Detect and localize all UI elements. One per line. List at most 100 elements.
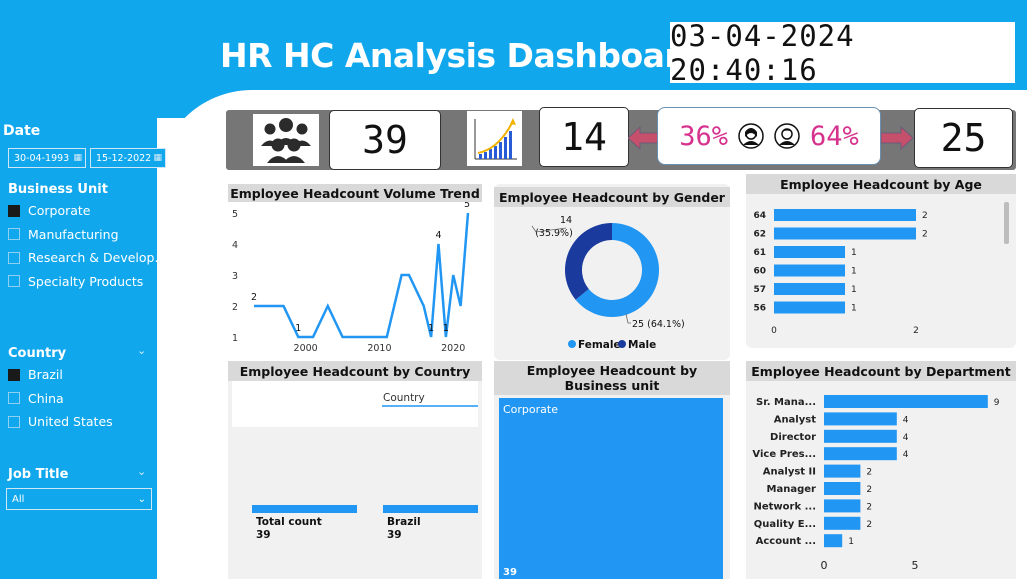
department-category-label: Manager: [767, 484, 817, 495]
business-unit-option-research[interactable]: Research & Develop...: [8, 246, 166, 270]
option-label: Corporate: [28, 203, 91, 219]
department-category-label: Director: [770, 432, 816, 443]
option-label: China: [28, 390, 64, 406]
business-unit-options: Corporate Manufacturing Research & Devel…: [8, 199, 166, 293]
date-start-input[interactable]: 30-04-1993 ▦: [8, 148, 86, 168]
volume-trend-title: Employee Headcount Volume Trend: [228, 184, 482, 202]
department-x-tick: 0: [821, 559, 828, 572]
country-option-china[interactable]: China: [8, 387, 113, 411]
data-label: 4: [435, 230, 441, 241]
treemap-tile: [499, 398, 723, 579]
date-end-input[interactable]: 15-12-2022 ▦: [90, 148, 166, 168]
department-value-label: 9: [994, 398, 1000, 408]
department-bar: [824, 499, 861, 513]
department-category-label: Sr. Mana...: [756, 397, 816, 408]
checkbox-checked[interactable]: [8, 204, 20, 217]
female-percentage: 36%: [679, 120, 728, 152]
country-value-label: 39: [387, 529, 402, 541]
age-bar: [774, 209, 916, 221]
people-group-icon: [253, 114, 319, 166]
age-chart: 64 2 62 2 61 1 60 1 57 1 56 1 0 2: [753, 202, 1009, 336]
age-bar: [774, 264, 845, 277]
data-label: 1: [428, 323, 434, 334]
age-category-label: 64: [753, 211, 766, 221]
department-category-label: Quality E...: [754, 519, 816, 530]
department-value-label: 4: [903, 450, 909, 460]
country-category-label: Brazil: [387, 516, 421, 528]
gender-chart: 14(35.9%)25 (64.1%)Female Male: [531, 215, 685, 351]
legend-label-male: Male: [628, 339, 656, 351]
checkbox[interactable]: [8, 228, 20, 241]
country-legend-label: Country: [383, 392, 425, 404]
legend-marker-male: [618, 340, 626, 348]
country-value-label: 39: [256, 529, 271, 541]
department-bar: [824, 395, 988, 408]
job-title-slicer-title: Job Title: [8, 467, 69, 482]
calendar-icon[interactable]: ▦: [73, 153, 82, 163]
arrow-right-icon: [880, 125, 914, 154]
age-value-label: 1: [851, 285, 857, 295]
checkbox[interactable]: [8, 392, 20, 405]
checkbox[interactable]: [8, 251, 20, 264]
gender-chart-title: Employee Headcount by Gender: [494, 187, 730, 207]
x-tick-label: 2020: [441, 343, 465, 354]
age-bar: [774, 283, 845, 295]
date-start-value: 30-04-1993: [14, 152, 70, 164]
growth-chart-icon: [467, 111, 522, 166]
department-bar: [824, 412, 897, 426]
department-value-label: 2: [866, 502, 872, 512]
business-unit-option-specialty[interactable]: Specialty Products: [8, 270, 166, 294]
age-value-label: 2: [922, 211, 928, 221]
kpi-male-count: 25: [914, 108, 1013, 168]
department-category-label: Analyst: [774, 414, 817, 425]
kpi-total-headcount: 39: [329, 110, 441, 170]
business-unit-chart-title: Employee Headcount by Business unit: [494, 361, 730, 395]
age-category-label: 61: [753, 248, 766, 258]
treemap-category-label: Corporate: [503, 403, 558, 416]
y-tick-label: 2: [232, 302, 238, 313]
department-bar: [824, 516, 861, 530]
country-bar: [383, 505, 478, 513]
male-percentage: 64%: [810, 120, 859, 152]
department-category-label: Vice Pres...: [752, 449, 816, 460]
country-bar: [252, 505, 357, 513]
legend-marker-female: [568, 340, 576, 348]
checkbox-checked[interactable]: [8, 368, 20, 381]
age-value-label: 1: [851, 267, 857, 277]
country-option-brazil[interactable]: Brazil: [8, 363, 113, 387]
job-title-dropdown[interactable]: All ⌄: [6, 488, 152, 510]
option-label: Specialty Products: [28, 273, 144, 289]
gender-percentage-card: 36% 64%: [657, 107, 881, 165]
business-unit-option-manufacturing[interactable]: Manufacturing: [8, 223, 166, 247]
treemap-value-label: 39: [503, 567, 517, 578]
calendar-icon[interactable]: ▦: [153, 153, 162, 163]
department-value-label: 2: [866, 485, 872, 495]
legend-label-female: Female: [578, 339, 621, 351]
department-category-label: Analyst II: [763, 467, 816, 478]
y-tick-label: 4: [232, 240, 238, 251]
country-chart: CountryTotal count39Brazil39: [252, 392, 478, 541]
data-label: 1: [295, 323, 301, 334]
chevron-down-icon[interactable]: ⌄: [137, 465, 146, 478]
department-chart: Sr. Mana... 9 Analyst 4 Director 4 Vice Pres..…: [752, 395, 1000, 572]
female-data-label: 25 (64.1%): [632, 319, 685, 330]
department-bar: [824, 429, 897, 443]
female-avatar-icon: [738, 123, 764, 149]
chevron-down-icon[interactable]: ⌄: [137, 344, 146, 357]
job-title-selected: All: [12, 493, 25, 505]
checkbox[interactable]: [8, 275, 20, 288]
department-category-label: Network ...: [754, 501, 817, 512]
department-category-label: Account ...: [756, 536, 816, 547]
checkbox[interactable]: [8, 415, 20, 428]
age-category-label: 60: [753, 267, 766, 277]
age-x-tick: 0: [771, 326, 777, 336]
date-slicer-title: Date: [3, 123, 41, 139]
department-bar: [824, 482, 861, 495]
business-unit-option-corporate[interactable]: Corporate: [8, 199, 166, 223]
country-option-united-states[interactable]: United States: [8, 410, 113, 434]
department-bar: [824, 534, 843, 548]
date-end-value: 15-12-2022: [96, 152, 152, 164]
volume-trend-chart: 123452000 2010 202021 1415: [232, 202, 470, 354]
country-options: Brazil China United States: [8, 363, 113, 434]
male-avatar-icon: [774, 123, 800, 149]
